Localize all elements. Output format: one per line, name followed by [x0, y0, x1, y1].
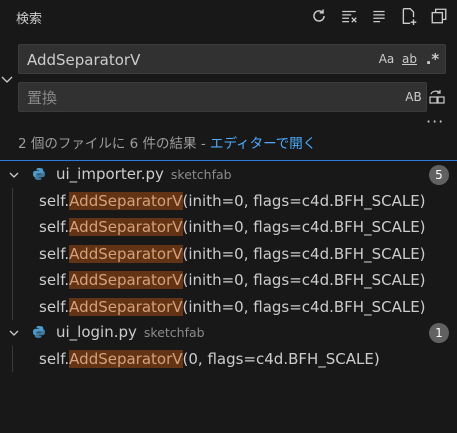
match-suffix: (inith=0, flags=c4d.BFH_SCALE) — [182, 297, 426, 316]
match-row[interactable]: self.AddSeparatorV(inith=0, flags=c4d.BF… — [0, 214, 457, 241]
file-path: sketchfab — [143, 324, 205, 340]
match-prefix: self. — [39, 244, 70, 263]
match-suffix: (inith=0, flags=c4d.BFH_SCALE) — [182, 244, 426, 263]
results-tree: ui_importer.py sketchfab 5 self.AddSepara… — [0, 162, 457, 373]
match-highlight: AddSeparatorV — [69, 297, 183, 316]
clear-results-icon — [342, 10, 357, 23]
refresh-button[interactable] — [307, 5, 331, 27]
match-text: self.AddSeparatorV(inith=0, flags=c4d.BF… — [39, 218, 426, 237]
replace-all-button[interactable] — [427, 88, 447, 106]
indent-guide — [12, 345, 13, 373]
replace-options: AB — [405, 88, 422, 106]
match-row[interactable]: self.AddSeparatorV(0, flags=c4d.BFH_SCAL… — [0, 345, 457, 373]
file-name-text: ui_importer.py — [56, 165, 164, 183]
match-text: self.AddSeparatorV(inith=0, flags=c4d.BF… — [39, 271, 426, 290]
new-search-editor-button[interactable] — [397, 5, 421, 27]
match-text: self.AddSeparatorV(inith=0, flags=c4d.BF… — [39, 297, 426, 316]
results-summary: 2 個のファイルに 6 件の結果 - エディターで開く — [18, 132, 316, 152]
search-box: Aa ab .* — [18, 44, 446, 74]
match-row[interactable]: self.AddSeparatorV(inith=0, flags=c4d.BF… — [0, 267, 457, 294]
match-highlight: AddSeparatorV — [69, 349, 183, 368]
refresh-icon — [313, 9, 325, 22]
match-suffix: (inith=0, flags=c4d.BFH_SCALE) — [182, 192, 426, 210]
search-input[interactable] — [25, 49, 359, 71]
match-prefix: self. — [39, 349, 70, 368]
results-divider — [0, 160, 457, 161]
file-name: ui_importer.py sketchfab — [56, 165, 232, 183]
replace-input[interactable] — [25, 87, 359, 109]
regex-toggle[interactable]: .* — [424, 50, 441, 68]
clear-results-button[interactable] — [337, 5, 361, 27]
header-actions — [307, 5, 451, 27]
match-case-toggle[interactable]: Aa — [378, 50, 395, 68]
more-options-button[interactable]: ··· — [426, 112, 444, 131]
file-group-row[interactable]: ui_importer.py sketchfab 5 — [0, 162, 457, 188]
indent-guide — [12, 188, 13, 215]
replace-box: AB — [18, 82, 427, 112]
python-file-icon — [33, 168, 45, 180]
view-as-tree-button[interactable] — [427, 5, 451, 27]
indent-guide — [12, 293, 13, 320]
indent-guide — [12, 267, 13, 294]
chevron-down-icon — [1, 76, 13, 83]
indent-guide — [12, 240, 13, 268]
toggle-replace-button[interactable] — [0, 72, 14, 88]
match-highlight: AddSeparatorV — [69, 192, 183, 210]
file-name: ui_login.py sketchfab — [56, 323, 205, 341]
panel-title: 検索 — [16, 12, 43, 27]
match-prefix: self. — [39, 192, 70, 210]
file-group-row[interactable]: ui_login.py sketchfab 1 — [0, 320, 457, 346]
summary-text: 2 個のファイルに 6 件の結果 - — [18, 136, 211, 152]
match-prefix: self. — [39, 297, 70, 316]
match-text: self.AddSeparatorV(0, flags=c4d.BFH_SCAL… — [39, 349, 380, 368]
python-file-icon — [33, 325, 45, 338]
match-highlight: AddSeparatorV — [69, 271, 183, 290]
chevron-down-icon[interactable] — [8, 327, 20, 339]
search-options: Aa ab .* — [378, 50, 441, 68]
search-panel-header: 検索 — [0, 0, 457, 34]
match-row[interactable]: self.AddSeparatorV(inith=0, flags=c4d.BF… — [0, 240, 457, 268]
match-row[interactable]: self.AddSeparatorV(inith=0, flags=c4d.BF… — [0, 188, 457, 215]
new-search-editor-icon — [402, 8, 417, 25]
match-count-badge: 1 — [429, 322, 449, 343]
match-row[interactable]: self.AddSeparatorV(inith=0, flags=c4d.BF… — [0, 293, 457, 320]
collapse-all-button[interactable] — [367, 5, 391, 27]
preserve-case-toggle[interactable]: AB — [405, 88, 422, 106]
match-text: self.AddSeparatorV(inith=0, flags=c4d.BF… — [39, 244, 426, 263]
match-highlight: AddSeparatorV — [69, 218, 183, 237]
chevron-down-icon[interactable] — [8, 169, 20, 181]
match-prefix: self. — [39, 218, 70, 237]
indent-guide — [12, 214, 13, 241]
collapse-all-icon — [373, 10, 385, 23]
match-text: self.AddSeparatorV(inith=0, flags=c4d.BF… — [39, 192, 426, 210]
match-highlight: AddSeparatorV — [69, 244, 183, 263]
match-suffix: (inith=0, flags=c4d.BFH_SCALE) — [182, 271, 426, 290]
match-count-badge: 5 — [429, 165, 449, 185]
file-path: sketchfab — [170, 167, 232, 182]
match-suffix: (inith=0, flags=c4d.BFH_SCALE) — [182, 218, 426, 237]
replace-all-icon — [429, 90, 445, 104]
whole-word-toggle[interactable]: ab — [401, 50, 418, 68]
file-name-text: ui_login.py — [56, 322, 137, 341]
view-as-tree-icon — [431, 8, 447, 24]
match-suffix: (0, flags=c4d.BFH_SCALE) — [182, 349, 380, 368]
match-prefix: self. — [39, 271, 70, 290]
open-in-editor-link[interactable]: エディターで開く — [210, 136, 316, 152]
